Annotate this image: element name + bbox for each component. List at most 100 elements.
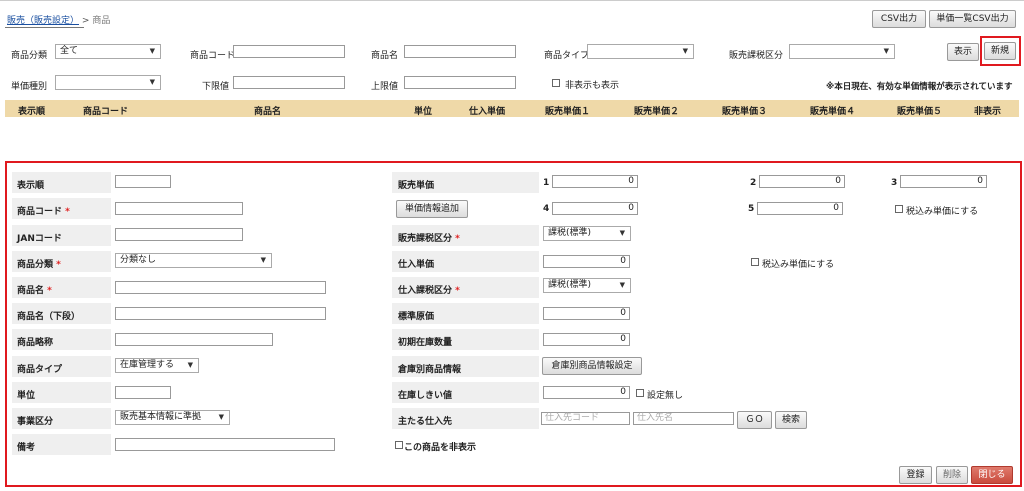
filter-tax-select[interactable]: ▼ [789,44,895,59]
price2-input[interactable]: 0 [759,175,845,188]
col-price5: 販売単価５ [897,107,943,117]
filter-name-input[interactable] [404,45,516,58]
supplier-search-button[interactable]: 検索 [775,411,807,429]
price-csv-export-button[interactable]: 単価一覧CSV出力 [929,10,1016,28]
sale-price-label: 販売単価 [398,181,435,191]
new-button[interactable]: 新規 [984,42,1016,60]
col-unit: 単位 [414,107,433,117]
short-name-label: 商品略称 [17,338,54,348]
no-threshold-label: 設定無し [647,391,684,401]
filter-name-label: 商品名 [371,51,399,61]
chevron-down-icon: ▼ [218,413,224,421]
filter-lower-input[interactable] [233,76,345,89]
filter-upper-input[interactable] [404,76,516,89]
code-input[interactable] [115,202,243,215]
valid-price-notice: ※本日現在、有効な単価情報が表示されています [826,82,1013,92]
breadcrumb-separator: > [81,16,90,26]
required-mark: * [47,286,52,296]
cost-tax-select[interactable]: 課税(標準) ▼ [543,278,631,293]
type-label: 商品タイプ [17,365,63,375]
std-cost-input[interactable]: 0 [543,307,630,320]
breadcrumb-parent-link[interactable]: 販売（販売設定） [7,16,79,26]
supplier-code-input[interactable]: 仕入先コード [541,412,630,425]
chevron-down-icon: ▼ [682,47,688,55]
show-button[interactable]: 表示 [947,43,979,61]
price4-label: 4 [543,204,550,214]
price5-input[interactable]: 0 [757,202,843,215]
cost-tax-incl-label: 税込み単価にする [762,260,835,270]
breadcrumb: 販売（販売設定） > 商品 [7,13,110,26]
table-header-bar [5,100,1019,117]
short-name-input[interactable] [115,333,273,346]
col-price1: 販売単価１ [545,107,591,117]
chevron-down-icon: ▼ [149,78,155,86]
name-input[interactable] [115,281,326,294]
filter-upper-label: 上限値 [371,82,399,92]
cost-tax-label: 仕入課税区分 * [398,283,460,296]
cost-input[interactable]: 0 [543,255,630,268]
warehouse-label: 倉庫別商品情報 [398,365,462,375]
chevron-down-icon: ▼ [260,256,266,264]
filter-code-input[interactable] [233,45,345,58]
cost-tax-incl-checkbox[interactable] [751,258,759,266]
filter-type-select[interactable]: ▼ [587,44,694,59]
price4-input[interactable]: 0 [552,202,638,215]
required-mark: * [455,286,460,296]
price3-input[interactable]: 0 [900,175,987,188]
chevron-down-icon: ▼ [187,361,193,369]
required-mark: * [455,234,460,244]
init-stock-input[interactable]: 0 [543,333,630,346]
business-select[interactable]: 販売基本情報に準拠 ▼ [115,410,230,425]
threshold-input[interactable]: 0 [543,386,630,399]
no-threshold-checkbox[interactable] [636,389,644,397]
show-hidden-checkbox[interactable] [552,79,560,87]
warehouse-settings-button[interactable]: 倉庫別商品情報設定 [542,357,642,375]
sale-tax-incl-checkbox[interactable] [895,205,903,213]
name-label-text: 商品名 [17,286,45,296]
filter-category-select[interactable]: 全て ▼ [55,44,161,59]
category-label-text: 商品分類 [17,260,54,270]
hide-item-checkbox[interactable] [395,441,403,449]
jan-label: JANコード [17,234,62,244]
name-lower-input[interactable] [115,307,326,320]
close-button[interactable]: 閉じる [971,466,1013,484]
breadcrumb-current: 商品 [92,16,111,26]
price2-label: 2 [750,178,757,188]
filter-price-kind-select[interactable]: ▼ [55,75,161,90]
sale-tax-label: 販売課税区分 * [398,231,460,244]
category-label: 商品分類 * [17,257,61,270]
supplier-label: 主たる仕入先 [398,417,453,427]
cost-tax-label-text: 仕入課税区分 [398,286,453,296]
category-select[interactable]: 分類なし ▼ [115,253,272,268]
chevron-down-icon: ▼ [883,47,889,55]
add-price-button[interactable]: 単価情報追加 [396,200,468,218]
name-label: 商品名 * [17,283,52,296]
required-mark: * [56,260,61,270]
unit-label: 単位 [17,391,36,401]
business-label: 事業区分 [17,417,54,427]
price3-label: 3 [891,178,898,188]
price5-label: 5 [748,204,755,214]
price1-input[interactable]: 0 [552,175,638,188]
col-name: 商品名 [254,107,282,117]
jan-input[interactable] [115,228,243,241]
type-select[interactable]: 在庫管理する ▼ [115,358,199,373]
show-hidden-label: 非表示も表示 [565,81,620,91]
supplier-go-button[interactable]: ＧＯ [737,411,772,429]
col-hidden: 非表示 [974,107,1002,117]
note-input[interactable] [115,438,335,451]
supplier-name-input[interactable]: 仕入先名 [633,412,734,425]
sale-tax-select[interactable]: 課税(標準) ▼ [543,226,631,241]
category-value: 分類なし [120,255,157,265]
filter-category-value: 全て [60,46,79,56]
code-label-text: 商品コード [17,207,63,217]
col-order: 表示順 [18,107,46,117]
filter-tax-label: 販売課税区分 [729,51,784,61]
delete-button[interactable]: 削除 [936,466,968,484]
chevron-down-icon: ▼ [619,281,625,289]
order-input[interactable] [115,175,171,188]
csv-export-button[interactable]: CSV出力 [872,10,926,28]
register-button[interactable]: 登録 [899,466,932,484]
business-value: 販売基本情報に準拠 [120,412,202,422]
unit-input[interactable] [115,386,171,399]
